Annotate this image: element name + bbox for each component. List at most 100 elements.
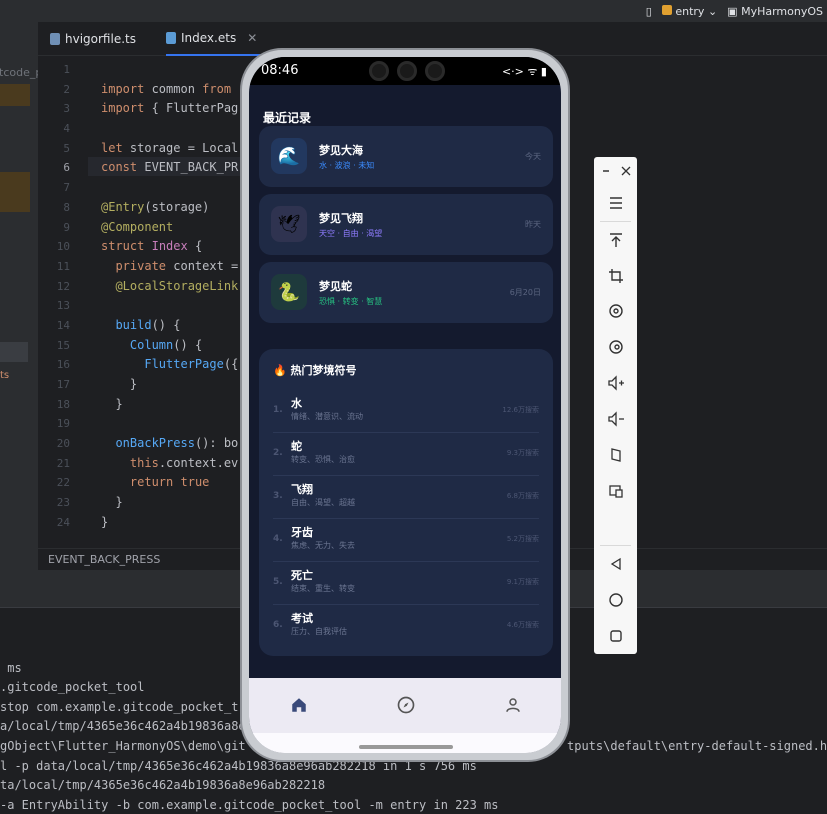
line-number: 16	[56, 358, 70, 372]
recent-name: 梦见大海	[319, 144, 363, 157]
code-line: }	[101, 514, 109, 529]
rotate-ccw-icon[interactable]	[604, 335, 628, 359]
file-icon	[166, 32, 176, 44]
device-selector[interactable]: ▣ MyHarmonyOS	[727, 5, 823, 18]
recent-name: 梦见飞翔	[319, 212, 363, 225]
menu-icon[interactable]	[604, 191, 628, 215]
panel-icon[interactable]: ▯	[646, 5, 652, 18]
hot-item[interactable]: 5. 死亡 结束、重生、转变 9.1万搜索	[273, 563, 539, 605]
recent-card[interactable]: 🕊 梦见飞翔 天空 · 自由 · 渴望 昨天	[259, 194, 553, 255]
line-number: 9	[63, 220, 70, 234]
line-number: 12	[56, 279, 70, 293]
home-icon[interactable]	[604, 588, 628, 612]
code-line: import common from	[101, 81, 232, 96]
tab-hvigorfile[interactable]: hvigorfile.ts	[50, 22, 136, 56]
device-icon: ▣	[727, 4, 738, 18]
line-number: 19	[56, 417, 70, 431]
home-indicator[interactable]	[359, 745, 453, 749]
recent-tags: 水 · 波浪 · 未知	[319, 161, 375, 170]
line-number: 21	[56, 456, 70, 470]
recent-date: 今天	[525, 152, 541, 161]
code-line: import { FlutterPag	[101, 101, 239, 116]
sidebar-label[interactable]: ts	[0, 370, 9, 381]
console-line: tputs\default\entry-default-signed.ha	[567, 739, 827, 753]
console-line: ms	[0, 661, 22, 675]
console-line: a/local/tmp/4365e36c462a4b19836a8e	[0, 719, 246, 733]
recent-tags: 天空 · 自由 · 渴望	[319, 229, 383, 238]
code-line: struct Index {	[101, 239, 203, 254]
line-number: 18	[56, 397, 70, 411]
code-line: Column() {	[129, 337, 203, 352]
hot-item[interactable]: 3. 飞翔 自由、渴望、超越 6.8万搜索	[273, 477, 539, 519]
code-editor[interactable]: import common from import { FlutterPag let…	[101, 60, 251, 533]
hot-item[interactable]: 6. 考试 压力、自我评估 4.6万搜索	[273, 606, 539, 648]
line-number: 4	[63, 122, 70, 136]
line-number: 23	[56, 496, 70, 510]
line-numbers: 1 2 3 4 5 6 7 8 9 10 11 12 13 14 15 16 17 18 19 20 21 22 23 24	[38, 60, 88, 533]
hot-item[interactable]: 1. 水 情绪、潜意识、流动 12.6万搜索	[273, 391, 539, 433]
person-icon[interactable]	[501, 693, 525, 717]
line-number: 22	[56, 476, 70, 490]
code-line: return true	[129, 475, 210, 490]
sidebar-selected[interactable]	[0, 342, 28, 362]
code-line: let storage = Local	[101, 140, 239, 155]
phone-screen: 08:46 <·> ᯤ ▮ 最近记录 🌊 梦见大海 水 · 波浪 · 未知 今天…	[249, 57, 561, 753]
recent-card[interactable]: 🌊 梦见大海 水 · 波浪 · 未知 今天	[259, 126, 553, 187]
close-icon[interactable]	[614, 159, 638, 183]
recent-date: 6月20日	[509, 288, 541, 297]
code-line: const EVENT_BACK_PR	[101, 160, 239, 175]
module-icon	[661, 4, 672, 15]
code-line: @LocalStorageLink	[115, 278, 239, 293]
screenshot-icon[interactable]	[604, 479, 628, 503]
console-line: .gitcode_pocket_tool	[0, 680, 145, 694]
camera-cutout	[369, 61, 445, 81]
volume-down-icon[interactable]	[604, 407, 628, 431]
phone-frame: 08:46 <·> ᯤ ▮ 最近记录 🌊 梦见大海 水 · 波浪 · 未知 今天…	[240, 48, 570, 762]
line-number: 7	[63, 181, 70, 195]
bottom-nav	[249, 678, 561, 753]
line-number: 5	[63, 141, 70, 155]
emulator-toolbar	[594, 157, 637, 654]
recent-tags: 恐惧 · 转变 · 智慧	[319, 297, 383, 306]
home-icon[interactable]	[287, 693, 311, 717]
recent-card[interactable]: 🐍 梦见蛇 恐惧 · 转变 · 智慧 6月20日	[259, 262, 553, 323]
hot-item[interactable]: 2. 蛇 转变、恐惧、治愈 9.3万搜索	[273, 434, 539, 476]
close-icon[interactable]: ✕	[247, 31, 257, 45]
line-number: 20	[56, 437, 70, 451]
crop-icon[interactable]	[604, 264, 628, 288]
line-number: 1	[63, 63, 70, 76]
code-line: FlutterPage({	[144, 357, 239, 372]
project-label[interactable]: itcode_p	[0, 66, 38, 79]
wave-icon: 🌊	[271, 138, 307, 174]
back-icon[interactable]	[604, 552, 628, 576]
code-line: this.context.ev	[129, 455, 239, 470]
line-number: 15	[56, 338, 70, 352]
sidebar-highlight	[0, 84, 30, 106]
module-selector[interactable]: entry ⌄	[661, 4, 718, 18]
rotate-icon[interactable]	[604, 299, 628, 323]
recents-icon[interactable]	[604, 624, 628, 648]
line-number: 24	[56, 515, 70, 529]
line-number: 14	[56, 318, 70, 332]
console-line: stop com.example.gitcode_pocket_t	[0, 700, 239, 714]
camera-icon	[397, 61, 417, 81]
code-line: }	[101, 377, 138, 391]
code-line: }	[101, 396, 123, 411]
chevron-down-icon: ⌄	[707, 4, 718, 18]
compass-icon[interactable]	[394, 693, 418, 717]
pin-top-icon[interactable]	[604, 228, 628, 252]
line-number: 6	[63, 161, 70, 175]
status-bar: 08:46 <·> ᯤ ▮	[249, 57, 561, 85]
volume-up-icon[interactable]	[604, 371, 628, 395]
tab-index[interactable]: Index.ets ✕	[166, 22, 262, 56]
snake-icon: 🐍	[271, 274, 307, 310]
console-line: ta/local/tmp/4365e36c462a4b19836a8e96ab2…	[0, 778, 326, 792]
code-line: }	[101, 495, 123, 510]
line-number: 11	[56, 259, 70, 273]
fold-icon[interactable]	[604, 443, 628, 467]
hot-item[interactable]: 4. 牙齿 焦虑、无力、失去 5.2万搜索	[273, 520, 539, 562]
ide-top-bar: ▯ entry ⌄ ▣ MyHarmonyOS	[0, 0, 827, 22]
